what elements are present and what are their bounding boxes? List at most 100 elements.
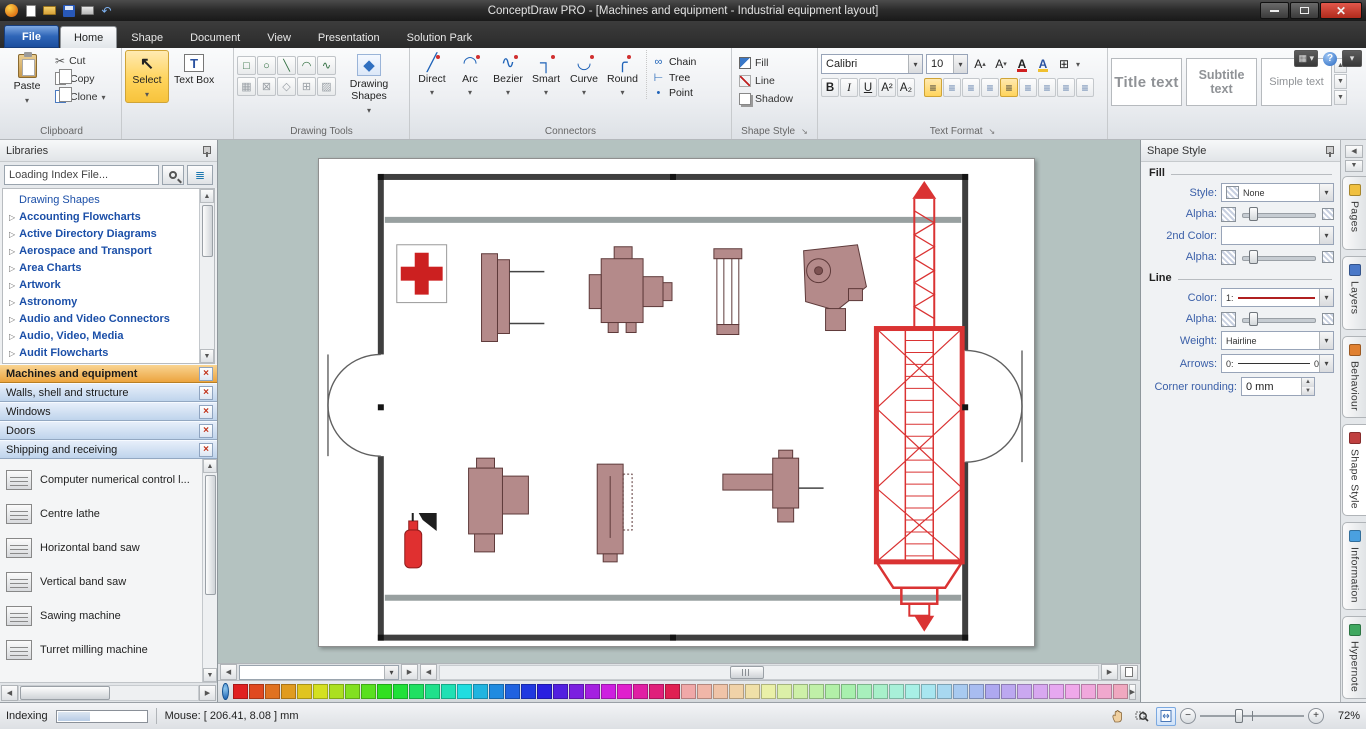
library-tree-item[interactable]: Active Directory Diagrams	[3, 225, 199, 242]
palette-color-swatch[interactable]	[696, 684, 712, 699]
canvas-horizontal-scrollbar[interactable]	[439, 664, 1099, 680]
palette-color-swatch[interactable]	[920, 684, 936, 699]
close-library-icon[interactable]: ×	[199, 404, 213, 419]
line-alpha-slider[interactable]	[1240, 311, 1318, 327]
align-button[interactable]	[1076, 78, 1094, 97]
drawing-tool-icon[interactable]: ◇	[277, 77, 296, 96]
machine-horizontal-saw[interactable]	[722, 449, 824, 523]
library-tree-item[interactable]: Aerospace and Transport	[3, 242, 199, 259]
connector-tool-button[interactable]: ◡ Curve	[565, 50, 603, 100]
zoom-slider[interactable]	[1200, 708, 1304, 724]
palette-color-swatch[interactable]	[904, 684, 920, 699]
palette-color-swatch[interactable]	[840, 684, 856, 699]
line-color-select[interactable]: 1:	[1221, 288, 1334, 307]
align-button[interactable]	[981, 78, 999, 97]
text-box-button[interactable]: T Text Box	[171, 50, 217, 88]
palette-color-swatch[interactable]	[296, 684, 312, 699]
page-fit-corner-button[interactable]	[1120, 664, 1138, 680]
palette-color-swatch[interactable]	[536, 684, 552, 699]
fill-style-select[interactable]: None	[1221, 183, 1334, 202]
palette-color-swatch[interactable]	[360, 684, 376, 699]
connector-mode-button[interactable]: ∞ Chain	[649, 56, 699, 68]
palette-color-swatch[interactable]	[760, 684, 776, 699]
scroll-up-icon[interactable]: ▲	[203, 459, 217, 473]
side-panel-tab[interactable]: Layers	[1342, 256, 1366, 331]
align-button[interactable]	[962, 78, 980, 97]
library-shape-item[interactable]: Computer numerical control l...	[2, 463, 200, 497]
shape-style-button[interactable]: Shadow	[735, 92, 797, 106]
pin-icon[interactable]	[1324, 145, 1334, 157]
palette-color-swatch[interactable]	[392, 684, 408, 699]
palette-color-swatch[interactable]	[248, 684, 264, 699]
drawing-tool-icon[interactable]: ⊠	[257, 77, 276, 96]
zoom-marquee-icon[interactable]	[1132, 707, 1152, 726]
gallery-more-icon[interactable]: ▼	[1334, 90, 1347, 105]
new-document-icon[interactable]	[23, 3, 38, 18]
scroll-right-icon[interactable]: ▶	[199, 684, 216, 701]
library-tree-item[interactable]: Audit Flowcharts	[3, 344, 199, 361]
palette-color-swatch[interactable]	[552, 684, 568, 699]
side-panel-tab[interactable]: Pages	[1342, 176, 1366, 251]
close-library-icon[interactable]: ×	[199, 442, 213, 457]
machine-grinder[interactable]	[596, 463, 633, 563]
library-tree-item[interactable]: Drawing Shapes	[3, 191, 199, 208]
palette-color-swatch[interactable]	[872, 684, 888, 699]
palette-color-swatch[interactable]	[776, 684, 792, 699]
app-logo-icon[interactable]	[4, 3, 19, 18]
connector-tool-button[interactable]: ◠ Arc	[451, 50, 489, 100]
palette-color-swatch[interactable]	[520, 684, 536, 699]
palette-color-swatch[interactable]	[584, 684, 600, 699]
print-icon[interactable]	[80, 3, 95, 18]
drawing-tool-icon[interactable]: ○	[257, 56, 276, 75]
minimize-button[interactable]	[1260, 2, 1289, 19]
expand-arrow-icon[interactable]	[9, 211, 15, 223]
save-icon[interactable]	[61, 3, 76, 18]
machine-vertical-saw[interactable]	[713, 248, 743, 336]
machine-drill[interactable]	[803, 244, 867, 332]
expand-arrow-icon[interactable]	[9, 262, 15, 274]
palette-color-swatch[interactable]	[1112, 684, 1128, 699]
grow-font-button[interactable]: A	[971, 55, 989, 74]
door-left[interactable]	[327, 353, 381, 457]
align-button[interactable]	[924, 78, 942, 97]
palette-brush-icon[interactable]	[222, 683, 229, 700]
menu-tab[interactable]: Presentation	[305, 27, 393, 48]
palette-color-swatch[interactable]	[824, 684, 840, 699]
palette-color-swatch[interactable]	[456, 684, 472, 699]
palette-color-swatch[interactable]	[728, 684, 744, 699]
drawing-canvas[interactable]: ◀ ▶ ◀ ▶	[218, 140, 1140, 680]
palette-color-swatch[interactable]	[1048, 684, 1064, 699]
library-shape-item[interactable]: Vertical band saw	[2, 565, 200, 599]
connector-tool-button[interactable]: ┐ Smart	[527, 50, 565, 100]
library-search-input[interactable]	[4, 165, 159, 185]
library-tree-item[interactable]: Accounting Flowcharts	[3, 208, 199, 225]
expand-arrow-icon[interactable]	[9, 228, 15, 240]
align-button[interactable]	[1000, 78, 1018, 97]
library-tab[interactable]: Machines and equipment ×	[0, 364, 217, 383]
palette-color-swatch[interactable]	[1016, 684, 1032, 699]
borders-button[interactable]: ⊞	[1055, 55, 1073, 74]
page-selector[interactable]	[239, 664, 399, 680]
document-page[interactable]	[318, 158, 1035, 647]
side-panel-tab[interactable]: Behaviour	[1342, 336, 1366, 419]
palette-options-icon[interactable]: ▶	[1128, 683, 1136, 700]
select-tool-button[interactable]: ↖ Select	[125, 50, 169, 103]
drawing-tool-icon[interactable]: □	[237, 56, 256, 75]
palette-color-swatch[interactable]	[1064, 684, 1080, 699]
menu-tab[interactable]: Home	[59, 26, 118, 48]
palette-color-swatch[interactable]	[280, 684, 296, 699]
font-style-button[interactable]: I	[840, 78, 858, 97]
palette-color-swatch[interactable]	[616, 684, 632, 699]
tree-scrollbar[interactable]: ▲ ▼	[199, 189, 214, 363]
alpha-pattern-button[interactable]	[1221, 206, 1236, 222]
scroll-down-icon[interactable]: ▼	[200, 349, 214, 363]
panel-pin-icon[interactable]: ▼	[1345, 159, 1363, 173]
font-style-button[interactable]: B	[821, 78, 839, 97]
palette-color-swatch[interactable]	[488, 684, 504, 699]
palette-color-swatch[interactable]	[1000, 684, 1016, 699]
drawing-tool-icon[interactable]: ▨	[317, 77, 336, 96]
library-tab[interactable]: Walls, shell and structure ×	[0, 383, 217, 402]
font-family-select[interactable]: Calibri	[821, 54, 923, 74]
line-weight-select[interactable]: Hairline	[1221, 331, 1334, 350]
connector-tool-button[interactable]: ∿ Bezier	[489, 50, 527, 100]
